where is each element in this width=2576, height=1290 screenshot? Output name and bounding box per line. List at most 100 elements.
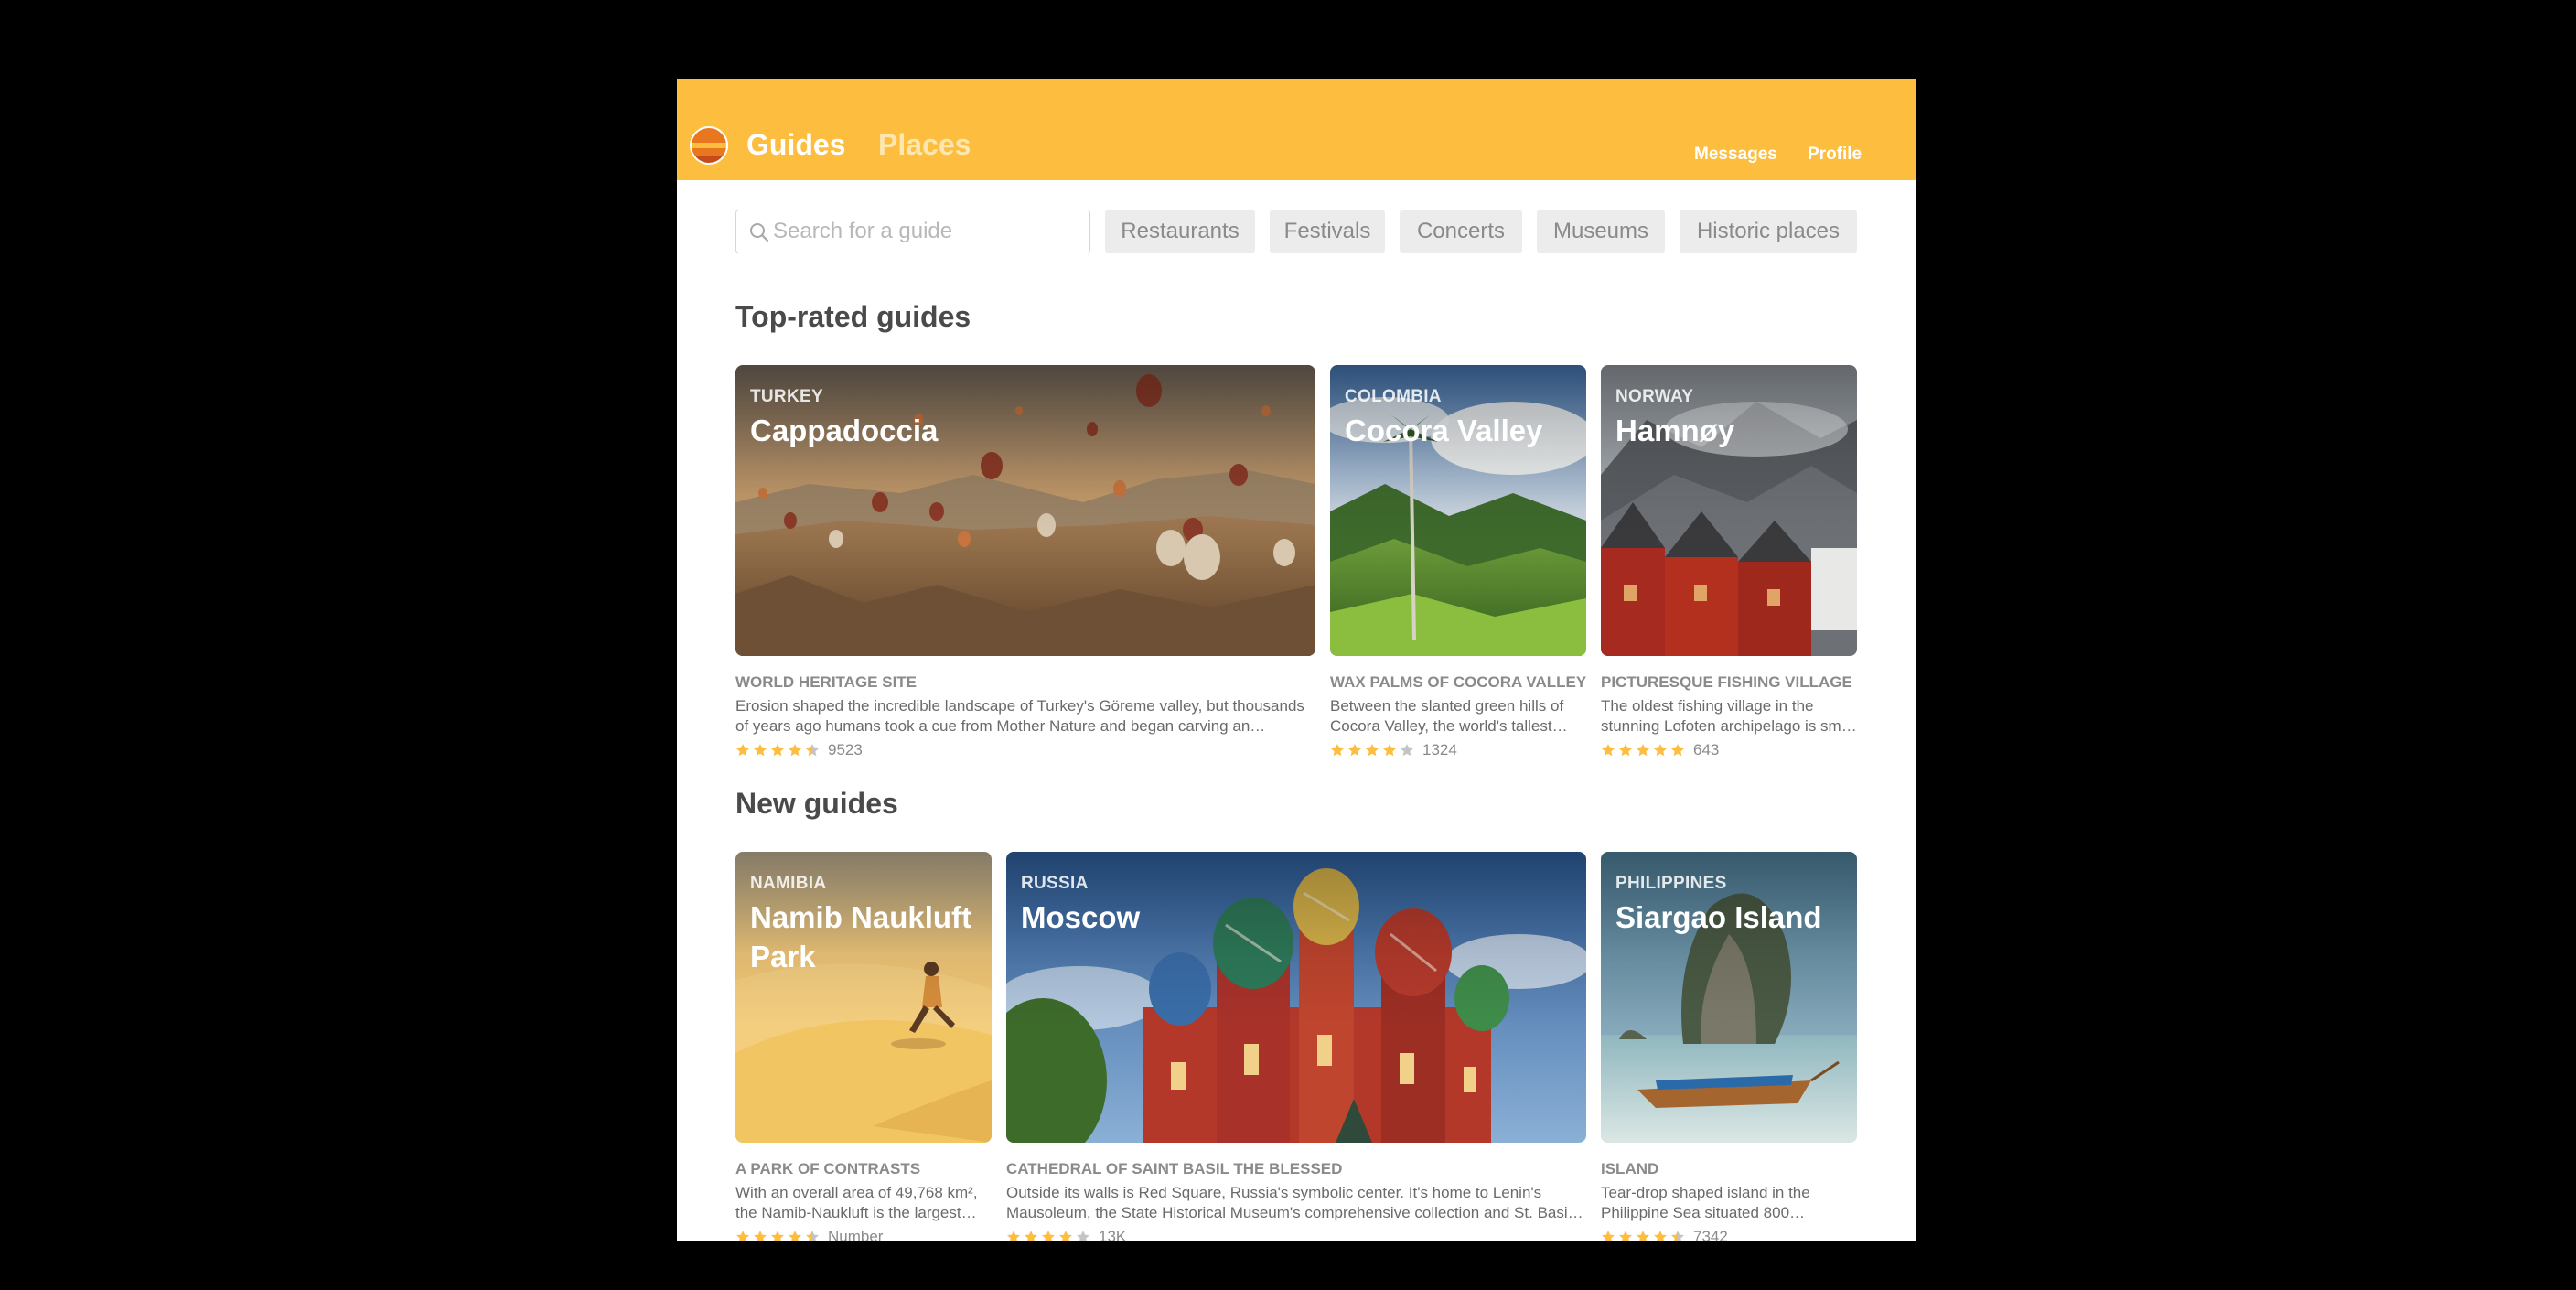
rating-count: 643 xyxy=(1693,741,1720,758)
card-rating: 7342 xyxy=(1601,1227,1857,1241)
star-icon xyxy=(1637,744,1649,757)
card-country: COLOMBIA xyxy=(1345,387,1442,406)
card-tag: CATHEDRAL OF SAINT BASIL THE BLESSED xyxy=(1006,1160,1343,1177)
rating-count: 7342 xyxy=(1693,1228,1728,1241)
card-image[interactable]: NAMIBIA Namib Naukluft Park xyxy=(735,852,992,1143)
star-icon xyxy=(1007,1231,1020,1241)
nav-places[interactable]: Places xyxy=(878,126,971,163)
star-icon xyxy=(806,744,819,757)
star-icon xyxy=(789,1231,801,1241)
search-box[interactable] xyxy=(735,210,1090,253)
star-icon xyxy=(1602,744,1615,757)
image-shade xyxy=(1601,365,1857,656)
filter-chip-museums[interactable]: Museums xyxy=(1537,210,1665,253)
card-title: Hamnøy xyxy=(1615,414,1735,447)
nav-profile[interactable]: Profile xyxy=(1808,144,1862,166)
star-icon xyxy=(1331,744,1344,757)
guide-card-siargao[interactable]: PHILIPPINES Siargao Island ISLAND Tear-d… xyxy=(1601,852,1857,1241)
star-rating xyxy=(735,1230,820,1241)
guide-card-cocora-valley[interactable]: COLOMBIA Cocora Valley WAX PALMS OF COCO… xyxy=(1330,365,1586,760)
card-title: Namib Naukluft Park xyxy=(750,900,972,973)
card-tag: PICTURESQUE FISHING VILLAGE xyxy=(1601,673,1852,691)
star-icon xyxy=(1042,1231,1055,1241)
star-icon xyxy=(771,744,784,757)
card-description: The oldest fishing village in the stunni… xyxy=(1601,697,1857,735)
card-title: Cocora Valley xyxy=(1345,414,1543,447)
guide-card-hamnoy[interactable]: NORWAY Hamnøy PICTURESQUE FISHING VILLAG… xyxy=(1601,365,1857,760)
star-icon xyxy=(1366,744,1379,757)
card-rating: 9523 xyxy=(735,740,1315,760)
card-rating: 13K xyxy=(1006,1227,1586,1241)
image-shade xyxy=(1601,852,1857,1143)
card-description: With an overall area of 49,768 km², the … xyxy=(735,1184,978,1221)
star-icon xyxy=(1348,744,1361,757)
card-tag: ISLAND xyxy=(1601,1160,1659,1177)
card-description: Outside its walls is Red Square, Russia'… xyxy=(1006,1184,1583,1221)
card-country: NAMIBIA xyxy=(750,874,827,893)
image-shade xyxy=(735,365,1315,656)
card-rating: 1324 xyxy=(1330,740,1586,760)
card-country: RUSSIA xyxy=(1021,874,1089,893)
nav-messages[interactable]: Messages xyxy=(1694,144,1777,166)
card-country: NORWAY xyxy=(1615,387,1694,406)
search-icon xyxy=(750,223,769,242)
card-rating: Number xyxy=(735,1227,992,1241)
app-window: Guides Places Messages Profile Restauran… xyxy=(677,79,1916,1241)
card-title: Siargao Island xyxy=(1615,900,1822,934)
star-icon xyxy=(1059,1231,1072,1241)
card-image[interactable]: TURKEY Cappadoccia xyxy=(735,365,1315,656)
star-icon xyxy=(754,744,767,757)
star-icon xyxy=(789,744,801,757)
card-image[interactable]: COLOMBIA Cocora Valley xyxy=(1330,365,1586,656)
star-rating xyxy=(1601,743,1685,758)
filter-chip-festivals[interactable]: Festivals xyxy=(1270,210,1385,253)
star-icon xyxy=(1602,1231,1615,1241)
guide-card-namib[interactable]: NAMIBIA Namib Naukluft Park A PARK OF CO… xyxy=(735,852,992,1241)
star-icon xyxy=(1025,1231,1037,1241)
nav-guides[interactable]: Guides xyxy=(746,126,845,163)
section-title-top-rated: Top-rated guides xyxy=(735,300,971,333)
search-input[interactable] xyxy=(773,216,1075,247)
card-country: TURKEY xyxy=(750,387,823,406)
star-icon xyxy=(771,1231,784,1241)
card-description: Between the slanted green hills of Cocor… xyxy=(1330,697,1564,735)
top-nav-bar: Guides Places Messages Profile xyxy=(677,79,1916,180)
card-tag: WAX PALMS OF COCORA VALLEY xyxy=(1330,673,1586,691)
star-rating xyxy=(1330,743,1414,758)
guide-card-moscow[interactable]: RUSSIA Moscow CATHEDRAL OF SAINT BASIL T… xyxy=(1006,852,1586,1241)
star-icon xyxy=(754,1231,767,1241)
star-icon xyxy=(1671,1231,1684,1241)
star-icon xyxy=(1383,744,1396,757)
image-shade xyxy=(735,852,992,1143)
rating-count: 13K xyxy=(1099,1228,1127,1241)
section-title-new-guides: New guides xyxy=(735,787,898,820)
star-icon xyxy=(1401,744,1413,757)
star-icon xyxy=(1654,1231,1667,1241)
star-rating xyxy=(1006,1230,1090,1241)
image-shade xyxy=(1330,365,1586,656)
star-icon xyxy=(1654,744,1667,757)
star-icon xyxy=(1077,1231,1089,1241)
guide-card-cappadoccia[interactable]: TURKEY Cappadoccia WORLD HERITAGE SITE E… xyxy=(735,365,1315,760)
card-rating: 643 xyxy=(1601,740,1857,760)
card-image[interactable]: PHILIPPINES Siargao Island xyxy=(1601,852,1857,1143)
filter-chip-concerts[interactable]: Concerts xyxy=(1400,210,1522,253)
star-icon xyxy=(1619,744,1632,757)
rating-count: Number xyxy=(828,1228,884,1241)
star-icon xyxy=(806,1231,819,1241)
rating-count: 9523 xyxy=(828,741,863,758)
card-image[interactable]: RUSSIA Moscow xyxy=(1006,852,1586,1143)
filter-chip-historic-places[interactable]: Historic places xyxy=(1680,210,1857,253)
filter-chip-restaurants[interactable]: Restaurants xyxy=(1105,210,1255,253)
image-shade xyxy=(1006,852,1586,1143)
star-rating xyxy=(735,743,820,758)
sun-logo-icon[interactable] xyxy=(690,126,728,165)
card-description: Tear-drop shaped island in the Philippin… xyxy=(1601,1184,1810,1221)
star-icon xyxy=(1619,1231,1632,1241)
card-title: Cappadoccia xyxy=(750,414,939,447)
star-rating xyxy=(1601,1230,1685,1241)
card-image[interactable]: NORWAY Hamnøy xyxy=(1601,365,1857,656)
star-icon xyxy=(1671,744,1684,757)
card-title: Moscow xyxy=(1021,900,1141,934)
card-description: Erosion shaped the incredible landscape … xyxy=(735,697,1304,735)
